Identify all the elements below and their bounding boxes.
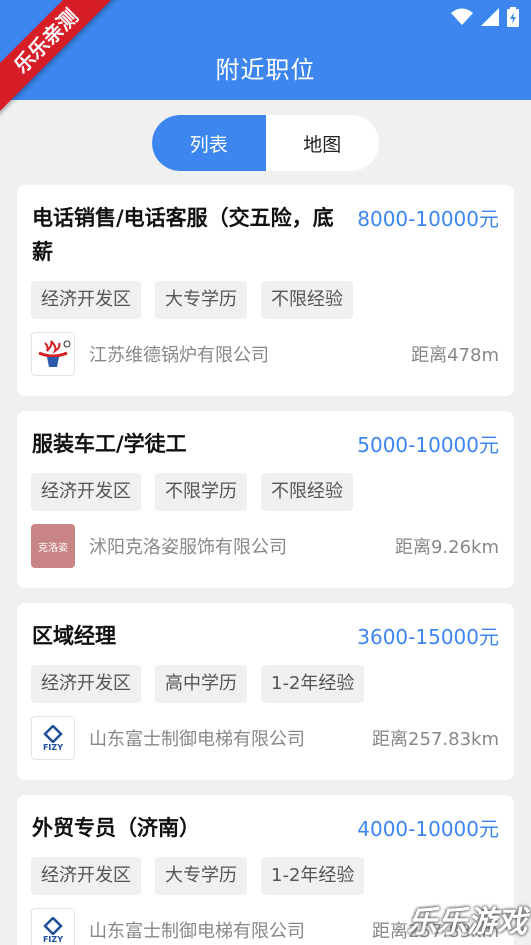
company-name: 沭阳克洛姿服饰有限公司 [89,537,287,558]
tab-map[interactable]: 地图 [266,115,380,171]
job-title: 电话销售/电话客服（交五险，底薪 [32,206,334,264]
tab-list[interactable]: 列表 [152,115,266,171]
job-salary: 3600-15000元 [357,625,499,649]
page-title: 附近职位 [215,56,316,84]
job-card[interactable]: 服装车工/学徒工 5000-10000元 经济开发区 不限学历 不限经验 克洛姿… [17,411,514,588]
watermark: 乐乐游戏 [407,905,527,940]
tag-education: 大专学历 [155,857,247,895]
tag-location: 经济开发区 [31,473,141,511]
company-logo: 克洛姿 [31,524,75,568]
job-salary: 8000-10000元 [357,207,499,231]
job-title: 外贸专员（济南） [32,816,200,840]
company-logo-text: FIZY [42,742,64,752]
company-logo-text: FIZY [42,934,64,944]
job-tags: 经济开发区 大专学历 不限经验 [31,281,353,319]
job-card[interactable]: 电话销售/电话客服（交五险，底薪 8000-10000元 经济开发区 大专学历 … [17,185,514,396]
diamond-logo-icon [43,916,63,935]
job-distance: 距离9.26km [394,537,499,558]
wifi-icon [451,8,473,25]
job-title: 服装车工/学徒工 [32,432,187,456]
company-row: 江苏维德锅炉有限公司 距离478m [31,332,499,376]
job-salary: 5000-10000元 [357,433,499,457]
view-toggle: 列表 地图 [152,115,379,171]
job-distance: 距离257.83km [372,729,499,750]
company-name: 山东富士制御电梯有限公司 [89,921,305,942]
signal-icon [481,8,499,26]
tag-experience: 不限经验 [261,281,353,319]
status-bar [451,6,519,28]
job-salary: 4000-10000元 [357,817,499,841]
torch-logo-icon [38,340,71,367]
tag-education: 高中学历 [155,665,247,703]
tag-location: 经济开发区 [31,665,141,703]
tag-experience: 1-2年经验 [261,857,365,895]
job-distance: 距离478m [411,345,499,366]
company-name: 山东富士制御电梯有限公司 [89,729,305,750]
company-logo [31,332,75,376]
tag-education: 不限学历 [155,473,247,511]
tag-education: 大专学历 [155,281,247,319]
company-row: 克洛姿 沭阳克洛姿服饰有限公司 距离9.26km [31,524,499,568]
job-card[interactable]: 区域经理 3600-15000元 经济开发区 高中学历 1-2年经验 FIZY … [17,603,514,780]
job-title: 区域经理 [32,624,116,648]
diamond-logo-icon [43,724,63,743]
job-tags: 经济开发区 不限学历 不限经验 [31,473,353,511]
company-row: FIZY 山东富士制御电梯有限公司 距离257.83km [31,716,499,760]
job-tags: 经济开发区 大专学历 1-2年经验 [31,857,365,895]
company-logo: FIZY [31,716,75,760]
tag-location: 经济开发区 [31,281,141,319]
tag-experience: 1-2年经验 [261,665,365,703]
battery-icon [507,7,519,27]
tag-experience: 不限经验 [261,473,353,511]
job-tags: 经济开发区 高中学历 1-2年经验 [31,665,365,703]
company-logo-text: 克洛姿 [38,542,68,554]
tag-location: 经济开发区 [31,857,141,895]
company-name: 江苏维德锅炉有限公司 [89,345,269,366]
company-logo: FIZY [31,908,75,945]
